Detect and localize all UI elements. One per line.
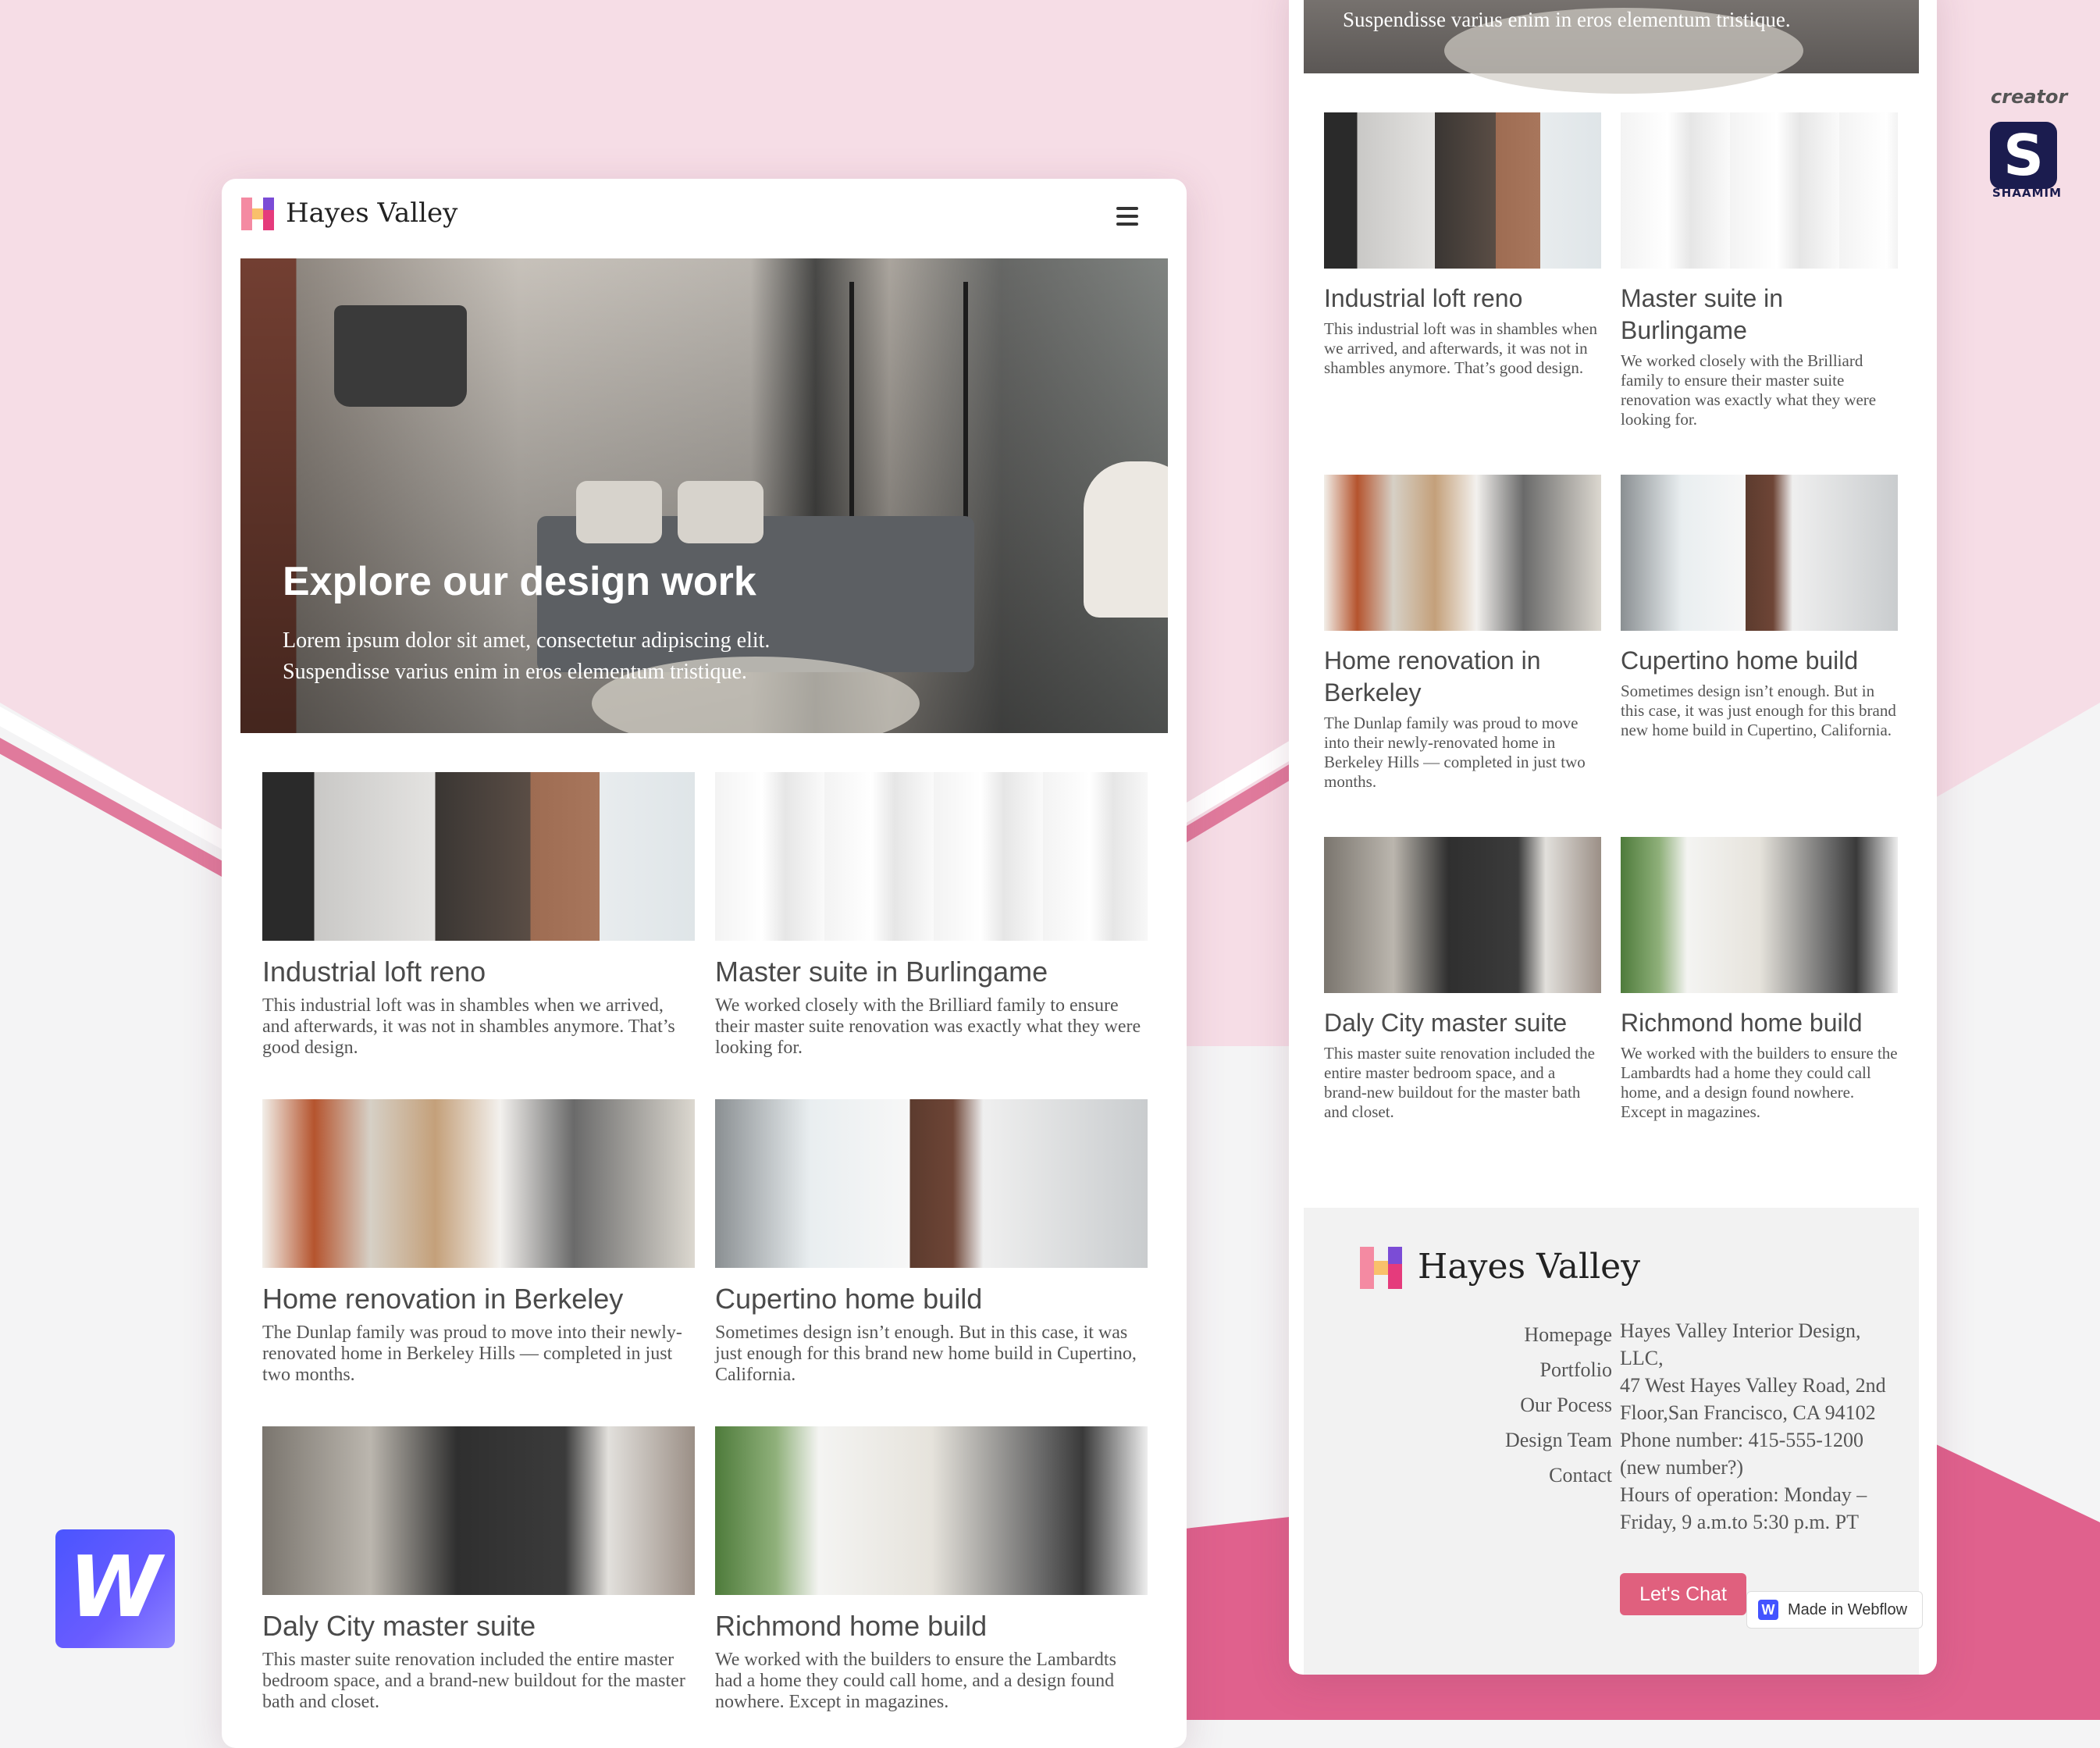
project-card[interactable]: Richmond home build We worked with the b…: [715, 1426, 1148, 1713]
footer-phone: Phone number: 415-555-1200 (new number?): [1620, 1429, 1863, 1479]
project-description: This industrial loft was in shambles whe…: [262, 995, 675, 1058]
project-description: We worked with the builders to ensure th…: [715, 1650, 1116, 1712]
project-title[interactable]: Cupertino home build: [1621, 645, 1898, 677]
project-card[interactable]: Master suite in Burlingame We worked clo…: [715, 772, 1148, 1059]
right-page-preview: Suspendisse varius enim in eros elementu…: [1289, 0, 1937, 1675]
project-description: We worked closely with the Brilliard fam…: [1621, 351, 1877, 429]
creator-label: creator: [1991, 86, 2068, 108]
brand-logo-icon[interactable]: [241, 198, 274, 230]
hero-title: Explore our design work: [283, 559, 756, 604]
project-title[interactable]: Home renovation in Berkeley: [1324, 645, 1601, 709]
hero-subtitle: Lorem ipsum dolor sit amet, consectetur …: [283, 628, 771, 684]
hero-image-lamp: [334, 305, 467, 407]
footer-link-design-team[interactable]: Design Team: [1460, 1422, 1612, 1458]
project-title[interactable]: Richmond home build: [715, 1609, 1148, 1643]
project-title[interactable]: Industrial loft reno: [1324, 283, 1601, 315]
project-title[interactable]: Master suite in Burlingame: [715, 955, 1148, 989]
footer-contact-info: Hayes Valley Interior Design, LLC, 47 We…: [1620, 1317, 1909, 1536]
project-card[interactable]: Industrial loft reno This industrial lof…: [1324, 112, 1601, 475]
project-grid: Industrial loft reno This industrial lof…: [1324, 112, 1898, 1199]
footer-brand-name[interactable]: Hayes Valley: [1418, 1247, 1640, 1287]
hero-image-chair: [1084, 461, 1168, 618]
project-image[interactable]: [1621, 475, 1898, 631]
project-card[interactable]: Richmond home build We worked with the b…: [1621, 837, 1898, 1199]
project-description: Sometimes design isn’t enough. But in th…: [715, 1323, 1137, 1385]
project-image[interactable]: [262, 1099, 695, 1268]
footer-hours: Hours of operation: Monday – Friday, 9 a…: [1620, 1483, 1867, 1533]
project-image[interactable]: [262, 772, 695, 941]
footer-link-homepage[interactable]: Homepage: [1460, 1317, 1612, 1352]
hero-banner-bottom: Suspendisse varius enim in eros elementu…: [1304, 0, 1919, 94]
project-title[interactable]: Industrial loft reno: [262, 955, 695, 989]
project-title[interactable]: Daly City master suite: [262, 1609, 695, 1643]
navbar: Hayes Valley: [222, 179, 1187, 257]
project-grid: Industrial loft reno This industrial lof…: [262, 772, 1148, 1713]
hero-banner: Explore our design work Lorem ipsum dolo…: [240, 258, 1168, 733]
project-image[interactable]: [1324, 112, 1601, 269]
project-image[interactable]: [1324, 837, 1601, 993]
footer-link-portfolio[interactable]: Portfolio: [1460, 1352, 1612, 1387]
footer-links: Homepage Portfolio Our Pocess Design Tea…: [1460, 1317, 1612, 1493]
project-card[interactable]: Industrial loft reno This industrial lof…: [262, 772, 695, 1059]
badge-label: Made in Webflow: [1788, 1600, 1908, 1618]
project-description: This master suite renovation included th…: [1324, 1044, 1595, 1121]
project-description: Sometimes design isn’t enough. But in th…: [1621, 682, 1896, 739]
webflow-icon: W: [1758, 1600, 1778, 1620]
project-image[interactable]: [1621, 837, 1898, 993]
project-description: We worked with the builders to ensure th…: [1621, 1044, 1898, 1121]
footer-link-process[interactable]: Our Pocess: [1460, 1387, 1612, 1422]
creator-logo-icon: S: [1990, 122, 2057, 189]
left-page-preview: Hayes Valley Explore our design work Lor…: [222, 179, 1187, 1748]
footer-link-contact[interactable]: Contact: [1460, 1458, 1612, 1493]
project-image[interactable]: [262, 1426, 695, 1595]
made-in-webflow-badge[interactable]: W Made in Webflow: [1746, 1591, 1923, 1629]
project-image[interactable]: [715, 772, 1148, 941]
project-title[interactable]: Home renovation in Berkeley: [262, 1282, 695, 1316]
footer-address: 47 West Hayes Valley Road, 2nd Floor,San…: [1620, 1374, 1886, 1424]
project-title[interactable]: Daly City master suite: [1324, 1007, 1601, 1039]
footer-company: Hayes Valley Interior Design, LLC,: [1620, 1319, 1861, 1369]
hamburger-icon[interactable]: [1116, 207, 1138, 230]
project-title[interactable]: Richmond home build: [1621, 1007, 1898, 1039]
hero-subtitle: Suspendisse varius enim in eros elementu…: [1343, 8, 1791, 31]
project-image[interactable]: [715, 1099, 1148, 1268]
project-card[interactable]: Daly City master suite This master suite…: [1324, 837, 1601, 1199]
project-card[interactable]: Home renovation in Berkeley The Dunlap f…: [1324, 475, 1601, 837]
project-card[interactable]: Daly City master suite This master suite…: [262, 1426, 695, 1713]
footer-logo-icon[interactable]: [1360, 1247, 1402, 1289]
project-title[interactable]: Master suite in Burlingame: [1621, 283, 1898, 347]
project-card[interactable]: Home renovation in Berkeley The Dunlap f…: [262, 1099, 695, 1386]
lets-chat-button[interactable]: Let's Chat: [1620, 1573, 1746, 1615]
project-description: This industrial loft was in shambles whe…: [1324, 319, 1597, 377]
project-description: This master suite renovation included th…: [262, 1650, 685, 1712]
project-image[interactable]: [1324, 475, 1601, 631]
project-description: The Dunlap family was proud to move into…: [1324, 714, 1586, 791]
project-card[interactable]: Cupertino home build Sometimes design is…: [1621, 475, 1898, 837]
project-description: The Dunlap family was proud to move into…: [262, 1323, 682, 1385]
creator-name: SHAAMIM: [1992, 186, 2063, 200]
project-image[interactable]: [1621, 112, 1898, 269]
hero-image-pillow: [678, 481, 763, 543]
project-description: We worked closely with the Brilliard fam…: [715, 995, 1141, 1058]
hero-image-pillow: [576, 481, 662, 543]
project-image[interactable]: [715, 1426, 1148, 1595]
project-title[interactable]: Cupertino home build: [715, 1282, 1148, 1316]
project-card[interactable]: Master suite in Burlingame We worked clo…: [1621, 112, 1898, 475]
webflow-logo-icon: W: [55, 1529, 175, 1648]
project-card[interactable]: Cupertino home build Sometimes design is…: [715, 1099, 1148, 1386]
brand-name[interactable]: Hayes Valley: [286, 198, 457, 229]
